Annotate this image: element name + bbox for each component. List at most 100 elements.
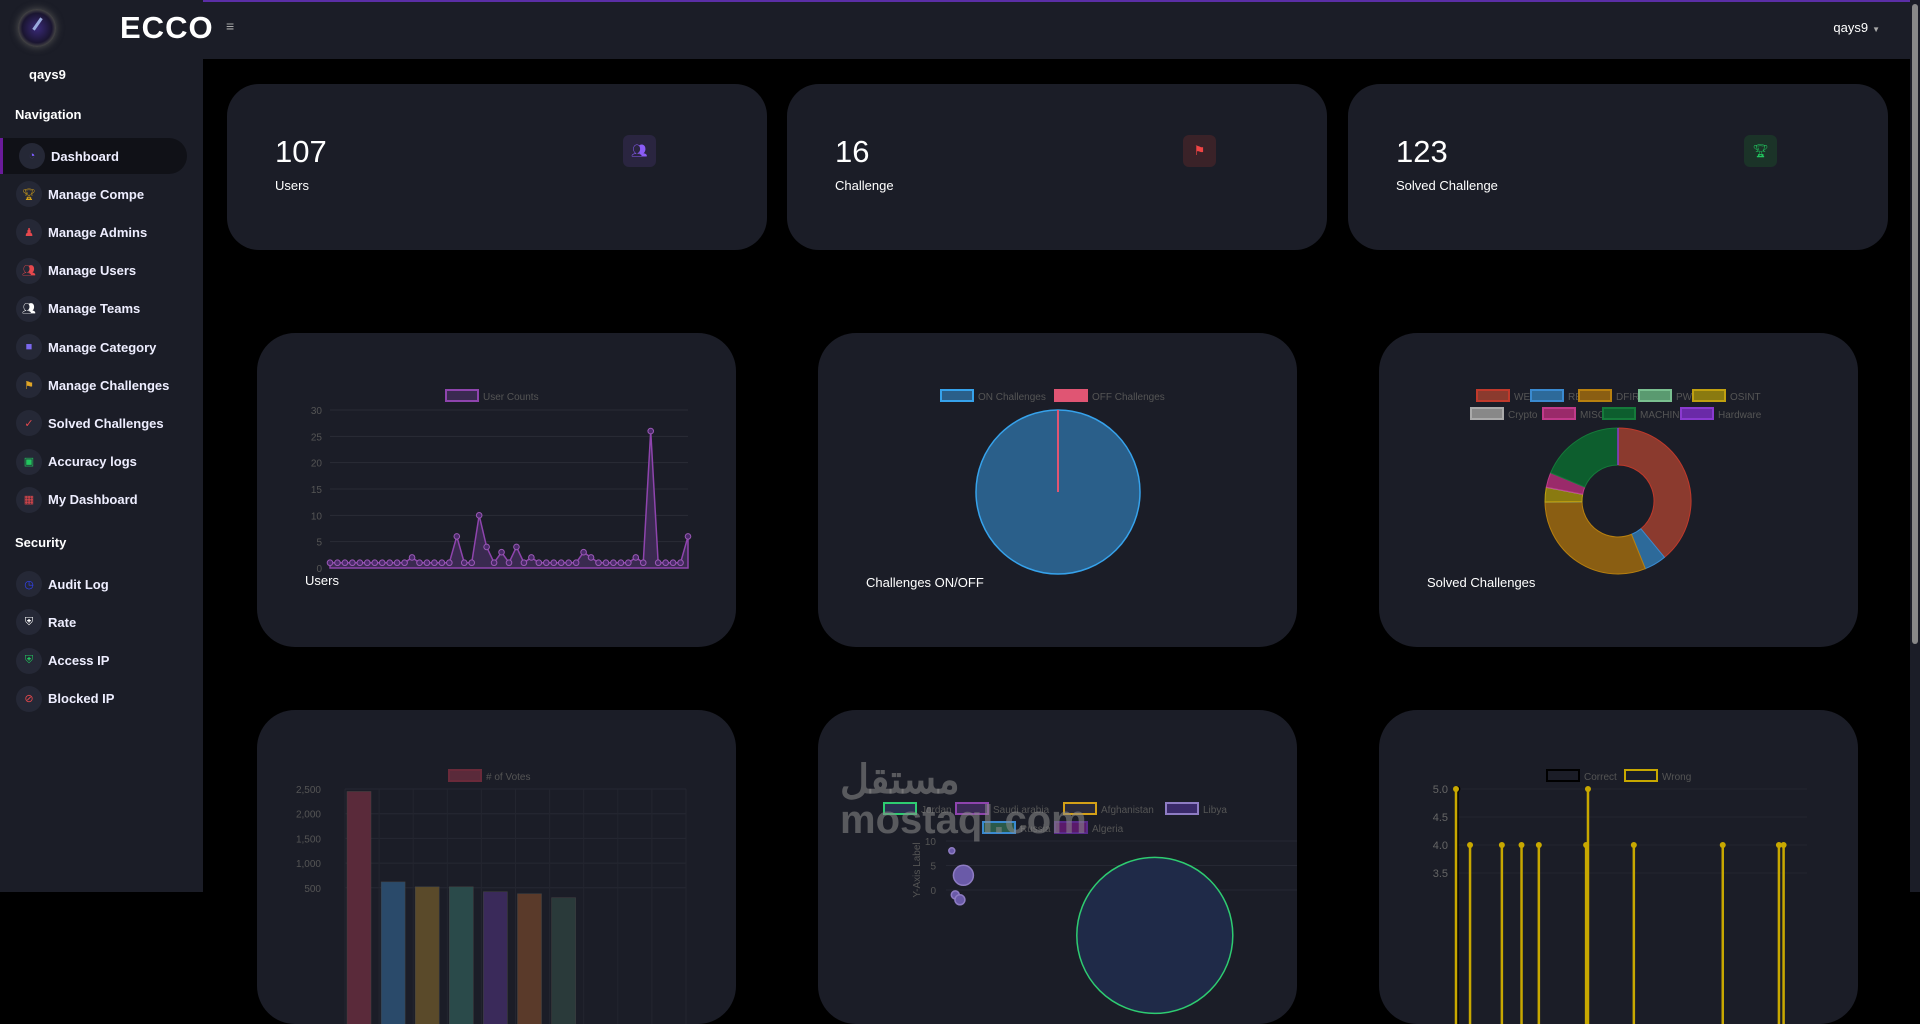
data-point [350, 560, 356, 566]
legend-swatch [1639, 390, 1671, 401]
legend-swatch [1477, 390, 1509, 401]
votes-bar-chart: 5001,0001,5002,0002,500# of Votes [257, 710, 736, 1024]
sidebar-item-label: Solved Challenges [48, 416, 164, 431]
data-point [447, 560, 453, 566]
top-bar [203, 0, 1910, 59]
data-point [357, 560, 363, 566]
sidebar-item-dashboard[interactable]: ◔Dashboard [0, 138, 187, 174]
stat-card-users: 107Users👥︎ [227, 84, 767, 250]
data-point-wrong [1720, 842, 1726, 848]
data-point [551, 560, 557, 566]
data-point [432, 560, 438, 566]
pie-slice-dfir [1545, 501, 1645, 574]
nav-heading: Navigation [15, 107, 81, 122]
data-point [566, 560, 572, 566]
legend-swatch [1579, 390, 1611, 401]
shield-icon: ⛨ [16, 609, 42, 635]
flag-icon: ⚑ [1183, 135, 1216, 167]
sidebar-item-rate[interactable]: ⛨Rate [0, 604, 187, 640]
sidebar-item-blocked-ip[interactable]: ⊘ Blocked IP [0, 681, 187, 717]
scrollbar[interactable] [1910, 0, 1920, 892]
menu-toggle-icon[interactable]: ≡ [226, 18, 234, 34]
sidebar-item-label: Manage Admins [48, 225, 147, 240]
users-chart-card: 051015202530User CountsUsers [257, 333, 736, 647]
series-area [330, 431, 688, 568]
data-point-wrong [1585, 786, 1591, 792]
stat-value: 16 [835, 134, 869, 170]
y-tick-label: 20 [311, 459, 323, 470]
check-icon: ✓ [16, 410, 42, 436]
data-point [499, 549, 505, 555]
bar [381, 882, 405, 1024]
legend-label: Saudi arabia [993, 805, 1050, 816]
stat-label: Users [275, 178, 309, 193]
data-point [327, 560, 333, 566]
sidebar-item-label: Manage Category [48, 340, 156, 355]
sidebar-item-manage-teams[interactable]: 👥︎Manage Teams [0, 291, 187, 327]
sidebar-item-audit-log[interactable]: ◷Audit Log [0, 566, 187, 602]
sidebar-item-label: Manage Teams [48, 301, 140, 316]
legend-swatch [884, 803, 916, 814]
data-point [581, 549, 587, 555]
user-menu[interactable]: qays9▼ [1833, 20, 1880, 35]
sidebar-item-manage-challenges[interactable]: ⚑Manage Challenges [0, 367, 187, 403]
sidebar-item-manage-compe[interactable]: 🏆︎ Manage Compe [0, 176, 187, 212]
shield-check-icon: ⛨ [16, 648, 42, 674]
sidebar-item-manage-category[interactable]: ■ Manage Category [0, 329, 187, 365]
y-tick-label: 2,500 [296, 785, 321, 796]
sidebar-item-label: Manage Users [48, 263, 136, 278]
legend-swatch [956, 803, 988, 814]
data-point [536, 560, 542, 566]
sidebar-item-label: Accuracy logs [48, 454, 137, 469]
bubble [949, 848, 955, 854]
legend-label: User Counts [483, 392, 539, 403]
legend-swatch [1166, 803, 1198, 814]
data-point [626, 560, 632, 566]
bar [415, 887, 439, 1024]
user-menu-label: qays9 [1833, 20, 1868, 35]
solved-challenges-card: WEBREDFIRPWNOSINTCryptoMISCMACHINEHardwa… [1379, 333, 1858, 647]
data-point [491, 560, 497, 566]
folder-icon: ■ [16, 334, 42, 360]
trophy-icon: 🏆︎ [16, 181, 42, 207]
sidebar-item-label: Manage Compe [48, 187, 144, 202]
data-point [521, 560, 527, 566]
data-point [372, 560, 378, 566]
logo[interactable] [18, 9, 56, 47]
data-point [484, 544, 490, 550]
data-point [611, 560, 617, 566]
chart-title: Solved Challenges [1427, 575, 1535, 590]
y-tick-label: 4.5 [1433, 812, 1448, 824]
data-point [402, 560, 408, 566]
sidebar-item-solved-challenges[interactable]: ✓ Solved Challenges [0, 405, 187, 441]
y-tick-label: 10 [311, 511, 323, 522]
bar [449, 887, 473, 1024]
legend-swatch [1471, 408, 1503, 419]
legend-swatch [1055, 390, 1087, 401]
sidebar-item-manage-users[interactable]: 👥︎Manage Users [0, 253, 187, 289]
data-point [469, 560, 475, 566]
sidebar-item-my-dashboard[interactable]: ▦My Dashboard [0, 482, 187, 518]
data-point [379, 560, 385, 566]
sidebar-item-label: Blocked IP [48, 691, 114, 706]
data-point-wrong [1519, 842, 1525, 848]
legend-label: OSINT [1730, 392, 1761, 403]
data-point [506, 560, 512, 566]
y-tick-label: 3.5 [1433, 868, 1448, 880]
data-point [655, 560, 661, 566]
stat-card-challenge: 16Challenge⚑ [787, 84, 1327, 250]
sidebar-item-accuracy-logs[interactable]: ▣Accuracy logs [0, 444, 187, 480]
data-point [417, 560, 423, 566]
sidebar-item-manage-admins[interactable]: ♟Manage Admins [0, 214, 187, 250]
data-point [573, 560, 579, 566]
data-point [387, 560, 393, 566]
ban-icon: ⊘ [16, 686, 42, 712]
scrollbar-thumb[interactable] [1912, 4, 1918, 644]
data-point [342, 560, 348, 566]
y-tick-label: 2,000 [296, 810, 321, 821]
data-point [648, 428, 654, 434]
legend-swatch [1543, 408, 1575, 419]
users-line-chart: 051015202530User Counts [257, 333, 736, 647]
sidebar-item-access-ip[interactable]: ⛨Access IP [0, 643, 187, 679]
legend-swatch [449, 770, 481, 781]
